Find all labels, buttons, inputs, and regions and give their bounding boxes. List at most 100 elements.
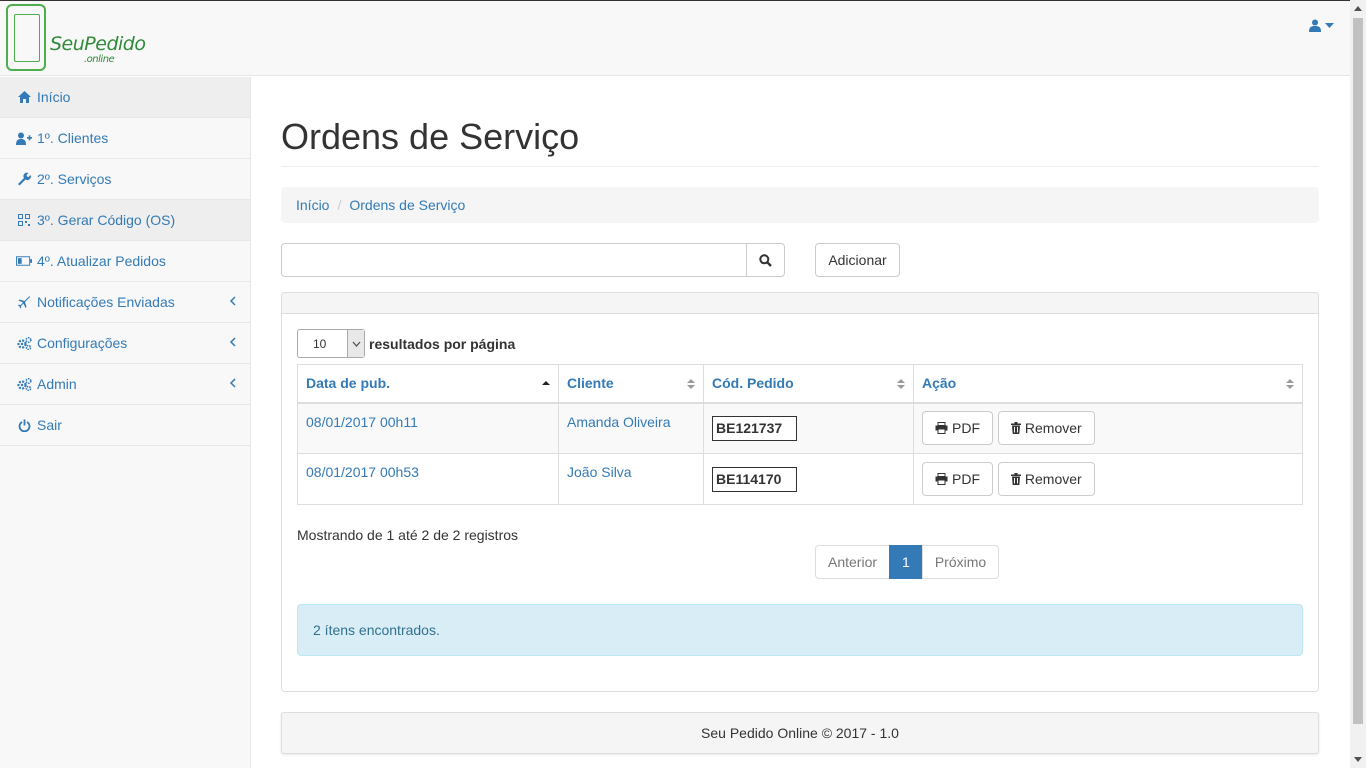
battery-icon: [16, 254, 32, 268]
sidebar-item-label: 1º. Clientes: [37, 130, 109, 146]
top-navbar: SeuPedido .online: [0, 0, 1350, 76]
search-button[interactable]: [746, 243, 785, 277]
page-scrollbar[interactable]: [1350, 0, 1366, 768]
search-input[interactable]: [281, 243, 747, 277]
main-content: Ordens de Serviço Início / Ordens de Ser…: [281, 77, 1319, 692]
pagination-prev[interactable]: Anterior: [815, 545, 891, 579]
scroll-thumb[interactable]: [1353, 18, 1363, 724]
pagination-next[interactable]: Próximo: [921, 545, 1000, 579]
logo-text: SeuPedido .online: [50, 33, 146, 65]
footer: Seu Pedido Online © 2017 - 1.0: [281, 712, 1319, 754]
remove-button[interactable]: Remover: [997, 462, 1095, 496]
search-icon: [759, 253, 772, 267]
column-header-acao[interactable]: Ação: [913, 364, 1303, 404]
sidebar-item-inicio[interactable]: Início: [0, 77, 250, 118]
remove-label: Remover: [1024, 420, 1082, 437]
row-client-link[interactable]: Amanda Oliveira: [567, 414, 671, 430]
pagination: Anterior 1 Próximo: [815, 545, 1000, 579]
phone-logo-icon: [6, 4, 46, 71]
home-icon: [16, 90, 32, 104]
table-header-row: Data de pub. Cliente Cód. Pedido Ação: [297, 364, 1303, 404]
trash-icon: [1010, 473, 1021, 485]
column-header-codigo[interactable]: Cód. Pedido: [703, 364, 914, 404]
sidebar: Início 1º. Clientes 2º. Serviços 3º. Ger…: [0, 77, 251, 768]
sidebar-item-label: 4º. Atualizar Pedidos: [37, 253, 166, 269]
sidebar-item-label: Configurações: [37, 335, 128, 351]
column-header-data[interactable]: Data de pub.: [297, 364, 559, 404]
pagination-page-current[interactable]: 1: [889, 545, 923, 579]
sidebar-item-label: Sair: [37, 417, 62, 433]
user-plus-icon: [16, 131, 32, 145]
orders-panel: 10 resultados por página Data de pub. Cl…: [281, 292, 1319, 692]
sidebar-item-label: 2º. Serviços: [37, 171, 112, 187]
column-label: Cód. Pedido: [712, 375, 794, 392]
sidebar-item-label: Início: [37, 89, 71, 105]
cogs-icon: [16, 336, 32, 350]
page-length-control: 10 resultados por página: [297, 329, 515, 358]
chevron-left-icon: [229, 378, 236, 388]
trash-icon: [1010, 422, 1021, 435]
column-label: Data de pub.: [306, 375, 391, 392]
print-icon: [935, 473, 948, 485]
breadcrumb-separator: /: [337, 197, 342, 213]
caret-down-icon: [1325, 23, 1334, 28]
sidebar-item-sair[interactable]: Sair: [0, 405, 250, 446]
cogs-icon: [16, 377, 32, 391]
sidebar-item-gerar-codigo[interactable]: 3º. Gerar Código (OS): [0, 200, 250, 241]
chevron-left-icon: [229, 337, 236, 347]
page-length-label: resultados por página: [369, 335, 516, 352]
logo-main: SeuPedido: [50, 33, 146, 55]
qrcode-icon: [16, 213, 32, 227]
power-icon: [16, 418, 32, 432]
chevron-left-icon: [229, 296, 236, 306]
pdf-label: PDF: [952, 420, 980, 437]
print-icon: [935, 422, 948, 435]
sort-icon: [1286, 379, 1294, 389]
sort-icon: [687, 379, 695, 389]
orders-table: Data de pub. Cliente Cód. Pedido Ação 08…: [297, 364, 1303, 505]
page-length-select[interactable]: 10: [297, 329, 365, 358]
logo-sub: .online: [84, 54, 115, 65]
row-date-link[interactable]: 08/01/2017 00h53: [306, 464, 419, 480]
breadcrumb-link-ordens[interactable]: Ordens de Serviço: [349, 197, 465, 213]
sidebar-item-configuracoes[interactable]: Configurações: [0, 323, 250, 364]
page-title: Ordens de Serviço: [281, 117, 1319, 167]
remove-button[interactable]: Remover: [997, 411, 1095, 446]
results-alert: 2 ítens encontrados.: [297, 604, 1303, 656]
sidebar-item-atualizar-pedidos[interactable]: 4º. Atualizar Pedidos: [0, 241, 250, 282]
order-code-field[interactable]: BE114170: [712, 466, 797, 492]
sidebar-item-clientes[interactable]: 1º. Clientes: [0, 118, 250, 159]
sidebar-item-label: 3º. Gerar Código (OS): [37, 212, 176, 228]
sidebar-item-label: Notificações Enviadas: [37, 294, 175, 310]
row-client-link[interactable]: João Silva: [567, 464, 632, 480]
column-label: Cliente: [567, 375, 614, 392]
plane-icon: [16, 295, 32, 309]
pdf-button[interactable]: PDF: [922, 462, 993, 496]
sort-asc-icon: [542, 381, 550, 385]
user-icon: [1309, 19, 1321, 32]
breadcrumb: Início / Ordens de Serviço: [281, 187, 1319, 223]
sidebar-item-notificacoes[interactable]: Notificações Enviadas: [0, 282, 250, 323]
table-row: 08/01/2017 00h11 Amanda Oliveira BE12173…: [297, 402, 1303, 454]
panel-heading: [282, 293, 1318, 314]
column-header-cliente[interactable]: Cliente: [558, 364, 704, 404]
wrench-icon: [16, 172, 32, 186]
remove-label: Remover: [1024, 471, 1082, 487]
scroll-down-arrow-icon[interactable]: [1354, 757, 1362, 762]
brand-logo[interactable]: SeuPedido .online: [6, 4, 146, 72]
pdf-button[interactable]: PDF: [922, 411, 993, 446]
user-menu-toggle[interactable]: [1309, 19, 1334, 32]
add-button[interactable]: Adicionar: [815, 243, 900, 277]
pdf-label: PDF: [952, 471, 980, 487]
column-label: Ação: [922, 375, 957, 392]
sort-icon: [897, 379, 905, 389]
row-date-link[interactable]: 08/01/2017 00h11: [306, 414, 418, 430]
sidebar-item-admin[interactable]: Admin: [0, 364, 250, 405]
order-code-field[interactable]: BE121737: [712, 415, 797, 441]
sidebar-item-servicos[interactable]: 2º. Serviços: [0, 159, 250, 200]
chevron-down-icon: [352, 341, 360, 347]
sidebar-item-label: Admin: [37, 376, 77, 392]
scroll-up-arrow-icon[interactable]: [1354, 6, 1362, 11]
breadcrumb-link-inicio[interactable]: Início: [296, 197, 329, 213]
table-row: 08/01/2017 00h53 João Silva BE114170 PDF…: [297, 453, 1303, 505]
